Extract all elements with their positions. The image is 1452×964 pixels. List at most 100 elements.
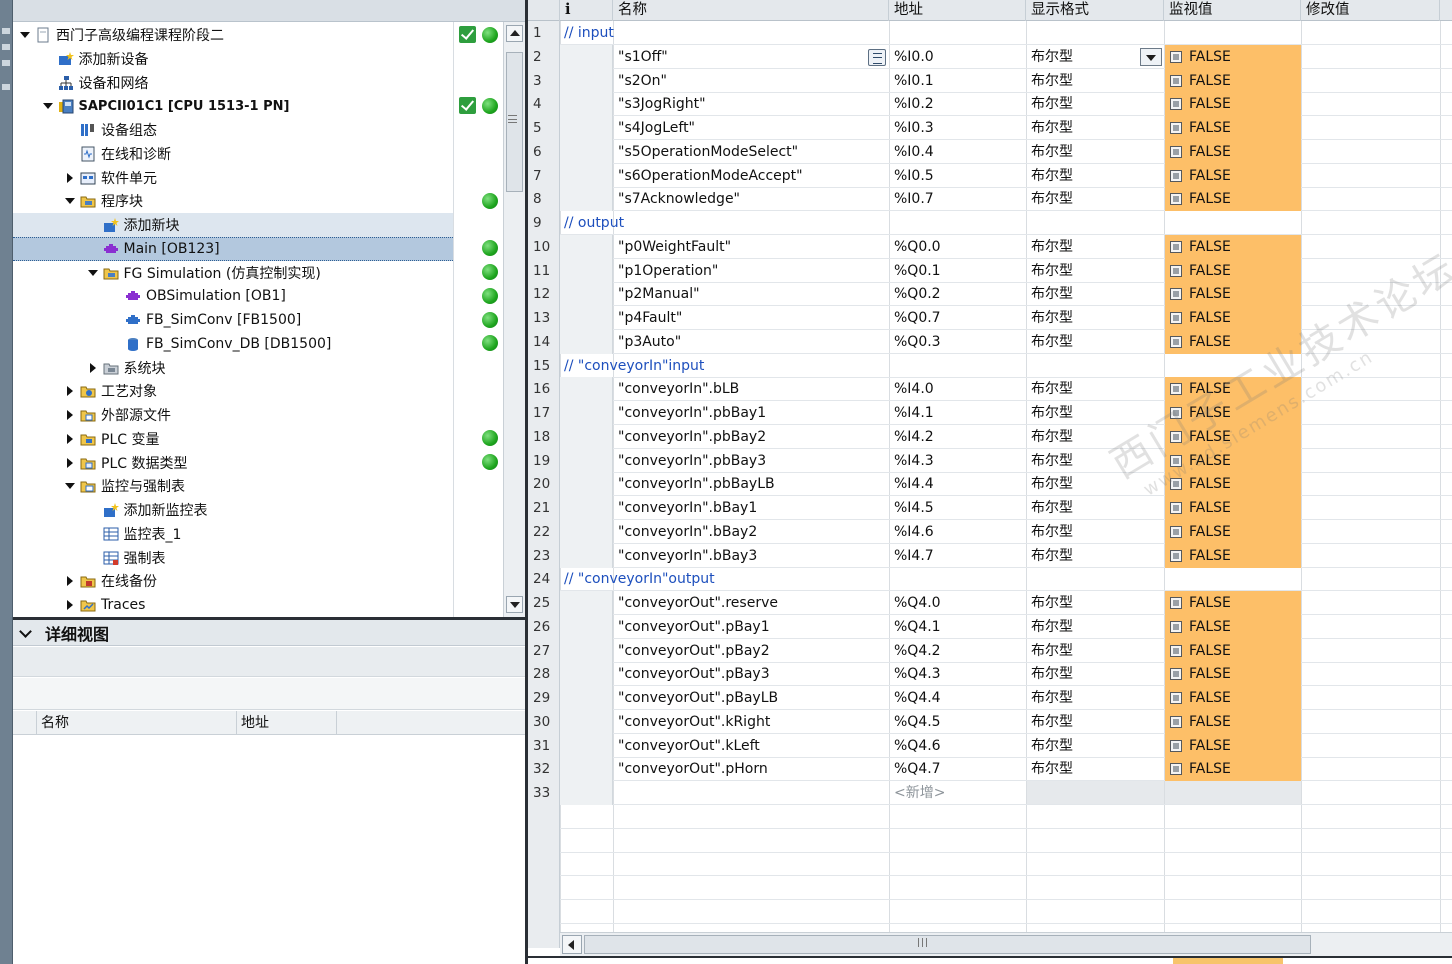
tag-name[interactable]: "s7Acknowledge" bbox=[618, 187, 740, 211]
display-format[interactable]: 布尔型 bbox=[1031, 235, 1073, 259]
tree-item[interactable]: FG Simulation (仿真控制实现) bbox=[13, 261, 453, 285]
tag-name[interactable]: "conveyorOut".pBay1 bbox=[618, 615, 770, 639]
tag-address[interactable]: %Q4.4 bbox=[894, 686, 941, 710]
tag-address[interactable]: %Q4.5 bbox=[894, 710, 941, 734]
tag-address[interactable]: %I4.5 bbox=[894, 496, 934, 520]
tag-name[interactable]: "s1Off" bbox=[618, 45, 668, 69]
table-row[interactable]: 31 "conveyorOut".kLeft %Q4.6 布尔型 FALSE bbox=[528, 733, 1452, 758]
table-row[interactable]: 2 "s1Off" %I0.0 布尔型 FALSE bbox=[528, 44, 1452, 69]
scroll-down-button[interactable] bbox=[506, 596, 523, 613]
tag-name[interactable]: "conveyorOut".reserve bbox=[618, 591, 778, 615]
table-row[interactable]: 29 "conveyorOut".pBayLB %Q4.4 布尔型 FALSE bbox=[528, 686, 1452, 710]
comment-text[interactable]: // input bbox=[564, 21, 614, 45]
detail-view-header[interactable]: 详细视图 bbox=[13, 620, 525, 646]
table-row[interactable]: 4 "s3JogRight" %I0.2 布尔型 FALSE bbox=[528, 92, 1452, 117]
table-row[interactable]: 14 "p3Auto" %Q0.3 布尔型 FALSE bbox=[528, 329, 1452, 354]
column-address[interactable]: 地址 bbox=[237, 711, 337, 735]
collapse-arrow-icon[interactable] bbox=[64, 480, 76, 492]
display-format[interactable]: 布尔型 bbox=[1031, 591, 1073, 615]
tag-browse-icon[interactable] bbox=[868, 48, 886, 66]
column-modify-value[interactable]: 修改值 bbox=[1301, 0, 1440, 21]
tree-item[interactable]: 西门子高级编程课程阶段二 bbox=[13, 23, 453, 47]
table-row[interactable]: 16 "conveyorIn".bLB %I4.0 布尔型 FALSE bbox=[528, 377, 1452, 402]
row-number[interactable]: 6 bbox=[528, 139, 560, 164]
table-row[interactable]: 21 "conveyorIn".bBay1 %I4.5 布尔型 FALSE bbox=[528, 496, 1452, 520]
tag-address[interactable]: %Q0.2 bbox=[894, 282, 941, 306]
tag-name[interactable]: "conveyorIn".pbBayLB bbox=[618, 472, 775, 496]
tree-item[interactable]: 监控表_1 bbox=[13, 522, 453, 546]
row-number[interactable]: 14 bbox=[528, 329, 560, 354]
column-address[interactable]: 地址 bbox=[889, 0, 1026, 21]
display-format[interactable]: 布尔型 bbox=[1031, 615, 1073, 639]
row-number[interactable]: 25 bbox=[528, 591, 560, 615]
expand-arrow-icon[interactable] bbox=[64, 409, 76, 421]
tag-address[interactable]: %Q4.6 bbox=[894, 734, 941, 758]
tree-item[interactable]: PLC 数据类型 bbox=[13, 451, 453, 475]
table-row[interactable]: 7 "s6OperationModeAccept" %I0.5 布尔型 FALSE bbox=[528, 163, 1452, 188]
tag-name[interactable]: "conveyorIn".pbBay2 bbox=[618, 425, 766, 449]
row-number[interactable]: 33 bbox=[528, 781, 560, 805]
chevron-down-icon[interactable] bbox=[19, 627, 31, 639]
tag-name[interactable]: "conveyorOut".pHorn bbox=[618, 757, 768, 781]
row-number[interactable]: 18 bbox=[528, 424, 560, 449]
row-number[interactable]: 30 bbox=[528, 709, 560, 734]
row-number[interactable]: 9 bbox=[528, 211, 560, 235]
display-format[interactable]: 布尔型 bbox=[1031, 520, 1073, 544]
tag-address[interactable]: %I0.0 bbox=[894, 45, 934, 69]
row-number[interactable]: 11 bbox=[528, 258, 560, 283]
column-name[interactable]: 名称 bbox=[37, 711, 237, 735]
comment-text[interactable]: // "conveyorIn"input bbox=[564, 354, 704, 378]
table-row[interactable]: 18 "conveyorIn".pbBay2 %I4.2 布尔型 FALSE bbox=[528, 424, 1452, 449]
table-row[interactable]: 30 "conveyorOut".kRight %Q4.5 布尔型 FALSE bbox=[528, 709, 1452, 734]
row-number[interactable]: 12 bbox=[528, 282, 560, 307]
tag-name[interactable]: "conveyorIn".bBay1 bbox=[618, 496, 757, 520]
table-row[interactable]: 11 "p1Operation" %Q0.1 布尔型 FALSE bbox=[528, 258, 1452, 283]
expand-arrow-icon[interactable] bbox=[64, 599, 76, 611]
tree-item[interactable]: 工艺对象 bbox=[13, 379, 453, 403]
collapse-arrow-icon[interactable] bbox=[42, 100, 54, 112]
row-number[interactable]: 20 bbox=[528, 472, 560, 497]
display-format[interactable]: 布尔型 bbox=[1031, 282, 1073, 306]
tag-address[interactable]: %Q4.7 bbox=[894, 757, 941, 781]
tag-name[interactable]: "conveyorOut".pBay3 bbox=[618, 662, 770, 686]
table-row[interactable]: 26 "conveyorOut".pBay1 %Q4.1 布尔型 FALSE bbox=[528, 614, 1452, 639]
tree-item[interactable]: Traces bbox=[13, 593, 453, 617]
collapse-arrow-icon[interactable] bbox=[87, 267, 99, 279]
expand-arrow-icon[interactable] bbox=[87, 362, 99, 374]
tag-name[interactable]: "conveyorOut".kRight bbox=[618, 710, 770, 734]
tree-item[interactable]: FB_SimConv [FB1500] bbox=[13, 308, 453, 332]
tree-item[interactable]: 在线和诊断 bbox=[13, 142, 453, 166]
expand-arrow-icon[interactable] bbox=[64, 433, 76, 445]
row-number[interactable]: 17 bbox=[528, 401, 560, 425]
comment-text[interactable]: // "conveyorIn"output bbox=[564, 567, 715, 591]
tag-address[interactable]: %I0.1 bbox=[894, 69, 934, 93]
row-number[interactable]: 10 bbox=[528, 234, 560, 259]
tag-address[interactable]: %I4.7 bbox=[894, 544, 934, 568]
display-format[interactable]: 布尔型 bbox=[1031, 686, 1073, 710]
tag-address[interactable]: %Q0.0 bbox=[894, 235, 941, 259]
tree-item[interactable]: Main [OB123] bbox=[13, 236, 453, 261]
tree-item[interactable]: 程序块 bbox=[13, 189, 453, 213]
table-row[interactable]: 19 "conveyorIn".pbBay3 %I4.3 布尔型 FALSE bbox=[528, 448, 1452, 473]
display-format[interactable]: 布尔型 bbox=[1031, 639, 1073, 663]
row-number[interactable]: 31 bbox=[528, 733, 560, 758]
tag-name[interactable]: "conveyorIn".bBay2 bbox=[618, 520, 757, 544]
tag-name[interactable]: "p0WeightFault" bbox=[618, 235, 731, 259]
comment-row[interactable]: 24// "conveyorIn"output bbox=[528, 567, 1452, 592]
tree-item[interactable]: 软件单元 bbox=[13, 166, 453, 190]
new-row[interactable]: 33 <新增> bbox=[528, 781, 1452, 805]
tag-address[interactable]: %I4.1 bbox=[894, 401, 934, 425]
table-row[interactable]: 10 "p0WeightFault" %Q0.0 布尔型 FALSE bbox=[528, 234, 1452, 259]
column-info[interactable]: i bbox=[560, 0, 613, 21]
expand-arrow-icon[interactable] bbox=[64, 385, 76, 397]
table-row[interactable]: 13 "p4Fault" %Q0.7 布尔型 FALSE bbox=[528, 306, 1452, 330]
tag-address[interactable]: %I4.6 bbox=[894, 520, 934, 544]
row-number[interactable]: 2 bbox=[528, 44, 560, 69]
tree-item[interactable]: 监控与强制表 bbox=[13, 474, 453, 498]
tag-address[interactable]: %Q0.7 bbox=[894, 306, 941, 330]
table-row[interactable]: 5 "s4JogLeft" %I0.3 布尔型 FALSE bbox=[528, 116, 1452, 140]
display-format[interactable]: 布尔型 bbox=[1031, 187, 1073, 211]
tree-item[interactable]: 设备和网络 bbox=[13, 71, 453, 95]
tag-address[interactable]: %Q4.1 bbox=[894, 615, 941, 639]
row-number[interactable]: 24 bbox=[528, 567, 560, 592]
